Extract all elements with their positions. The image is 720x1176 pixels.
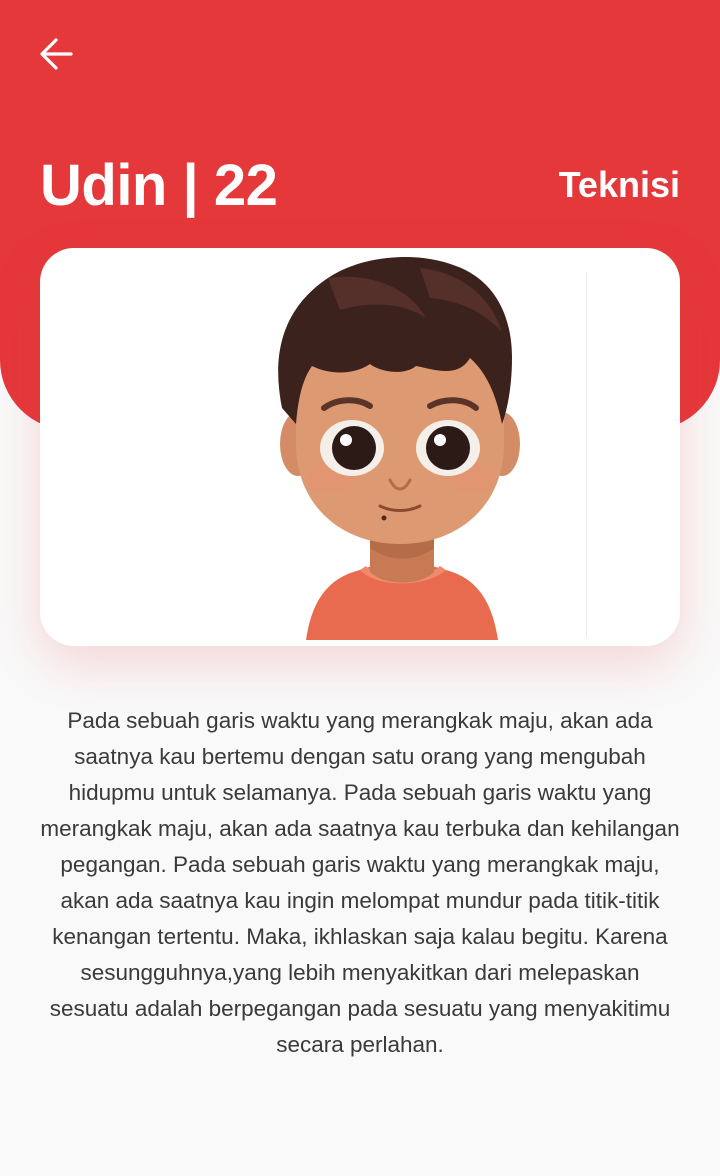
profile-bio: Pada sebuah garis waktu yang merangkak m… [40,708,680,1057]
profile-name-age: Udin | 22 [40,152,278,218]
avatar [278,256,520,640]
card-divider [586,272,587,638]
arrow-left-icon [40,38,73,70]
profile-role: Teknisi [558,164,680,205]
profile-title-row: Udin | 22 Teknisi [40,150,680,220]
back-button[interactable] [34,34,78,74]
avatar-card [40,248,680,646]
